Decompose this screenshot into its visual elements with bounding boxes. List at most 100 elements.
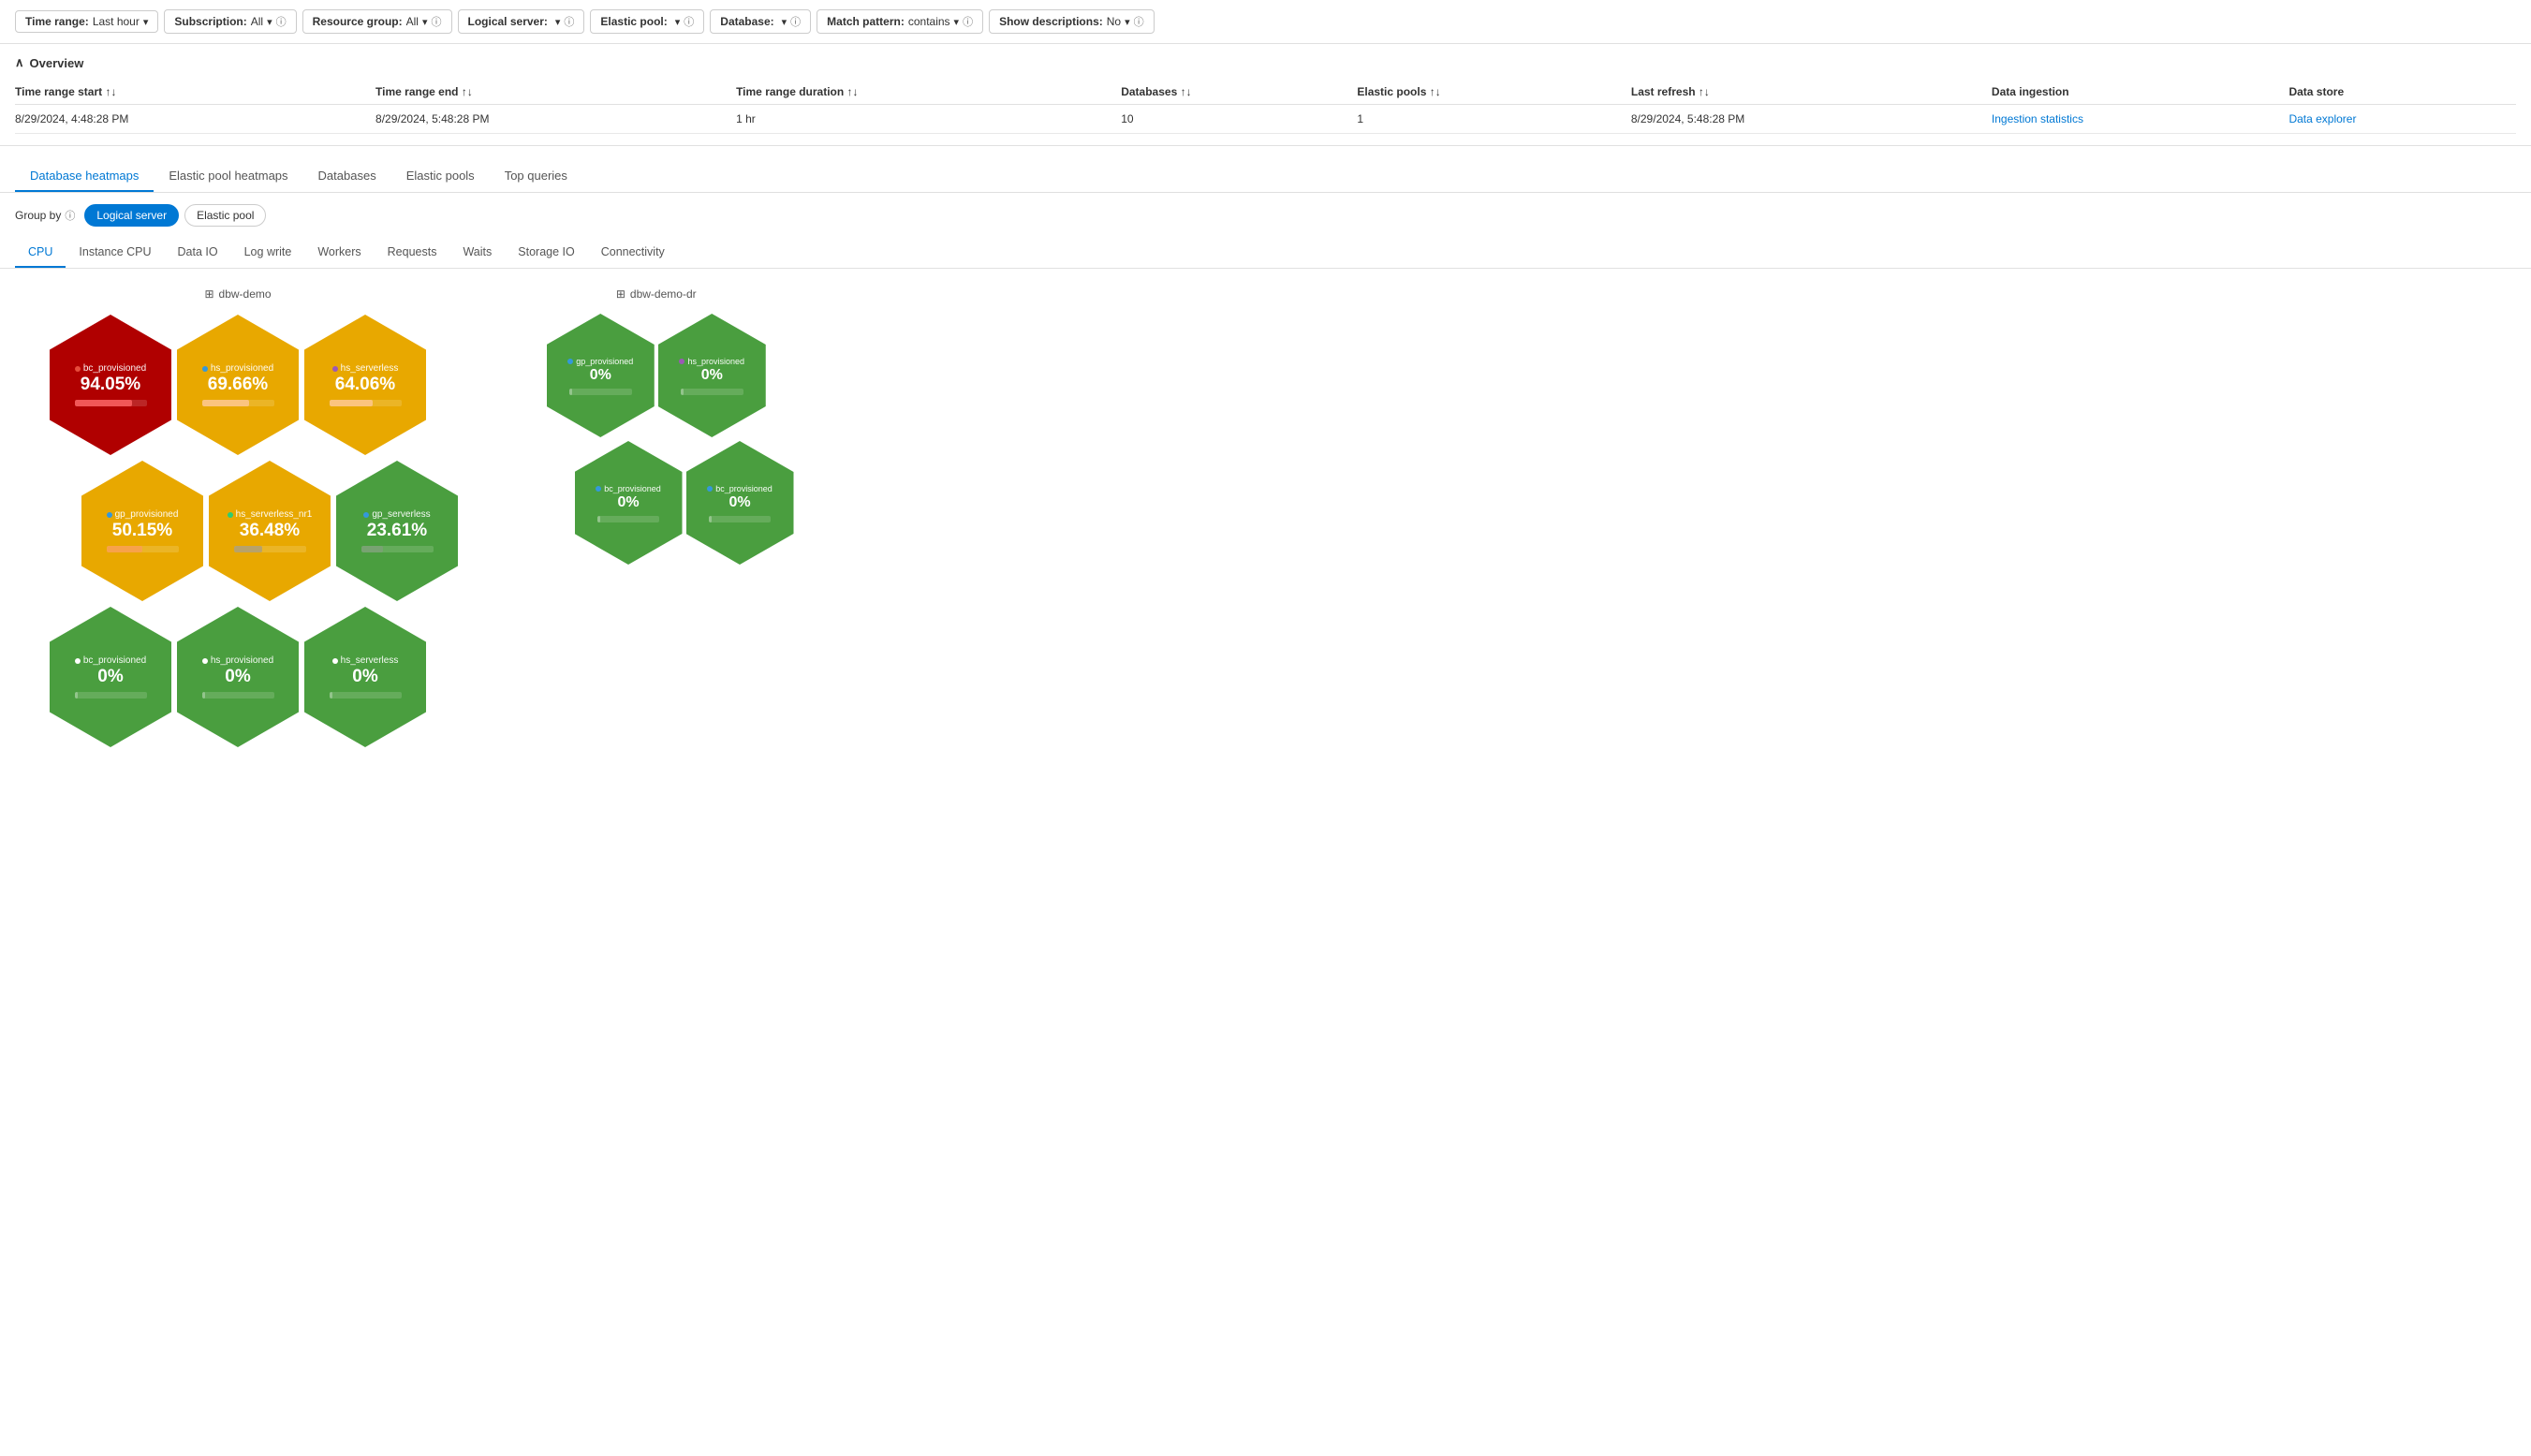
overview-header[interactable]: ∧ Overview — [15, 55, 2516, 70]
info-icon: ⓘ — [65, 208, 75, 223]
filter-pill-<unset>[interactable]: Logical server: ▾ ⓘ — [458, 9, 585, 34]
filter-label: Time range: — [25, 15, 89, 28]
hex-db-name: gp_provisioned — [567, 357, 633, 366]
metric-tab-cpu[interactable]: CPU — [15, 238, 66, 268]
hex-percentage: 0% — [352, 667, 377, 687]
filter-pill-<unset>[interactable]: Elastic pool: ▾ ⓘ — [590, 9, 704, 34]
group-by-elastic-pool[interactable]: Elastic pool — [184, 204, 266, 227]
hex-name-text: hs_serverless — [341, 655, 399, 666]
hexagon-hs-provisioned[interactable]: hs_provisioned69.66% — [177, 315, 299, 455]
hex-grid-dbw-demo: bc_provisioned94.05%hs_provisioned69.66%… — [15, 312, 461, 750]
cell-data-store[interactable]: Data explorer — [2288, 105, 2516, 134]
chevron-down-icon: ▾ — [782, 16, 787, 28]
info-icon: ⓘ — [276, 14, 287, 29]
hex-name-text: bc_provisioned — [604, 484, 661, 493]
hexagon-gp-serverless[interactable]: gp_serverless23.61% — [336, 461, 458, 601]
tab-databases[interactable]: Databases — [303, 161, 391, 192]
metric-tab-storage-io[interactable]: Storage IO — [505, 238, 587, 268]
group-by-logical-server[interactable]: Logical server — [84, 204, 179, 227]
filter-value: All — [406, 15, 419, 28]
col-databases[interactable]: Databases ↑↓ — [1121, 80, 1357, 105]
hex-row-1: bc_provisioned0%bc_provisioned0% — [573, 439, 796, 566]
hex-bar-container — [681, 389, 743, 395]
hexagon-hs-serverless-nr1[interactable]: hs_serverless_nr136.48% — [209, 461, 331, 601]
hex-db-name: gp_serverless — [363, 509, 430, 520]
hex-percentage: 0% — [728, 494, 750, 511]
hex-bar-container — [234, 546, 306, 552]
col-last-refresh[interactable]: Last refresh ↑↓ — [1631, 80, 1992, 105]
chevron-down-icon: ▾ — [954, 16, 960, 28]
hex-db-name: hs_serverless — [332, 655, 399, 666]
hex-bar — [202, 400, 249, 406]
filter-pill-all[interactable]: Resource group: All ▾ ⓘ — [302, 9, 452, 34]
metric-tab-waits[interactable]: Waits — [449, 238, 505, 268]
tab-ep-heatmaps[interactable]: Elastic pool heatmaps — [154, 161, 302, 192]
hexagon-bc-provisioned[interactable]: bc_provisioned0% — [50, 607, 171, 747]
hex-dot — [107, 512, 112, 518]
hexagon-bc-provisioned[interactable]: bc_provisioned0% — [575, 441, 683, 565]
hex-db-name: bc_provisioned — [596, 484, 661, 493]
hex-name-text: bc_provisioned — [83, 363, 146, 374]
col-elastic-pools[interactable]: Elastic pools ↑↓ — [1357, 80, 1631, 105]
hex-percentage: 23.61% — [367, 521, 427, 541]
col-time-start[interactable]: Time range start ↑↓ — [15, 80, 375, 105]
info-icon: ⓘ — [564, 14, 574, 29]
filter-pill-no[interactable]: Show descriptions: No ▾ ⓘ — [989, 9, 1155, 34]
filter-pill-all[interactable]: Subscription: All ▾ ⓘ — [164, 9, 296, 34]
hex-percentage: 0% — [701, 367, 723, 384]
filter-label: Show descriptions: — [999, 15, 1103, 28]
hex-name-text: hs_provisioned — [687, 357, 744, 366]
hex-db-name: bc_provisioned — [75, 363, 146, 374]
sort-icon: ↑↓ — [106, 85, 117, 98]
metric-tab-connectivity[interactable]: Connectivity — [588, 238, 678, 268]
col-data-store[interactable]: Data store — [2288, 80, 2516, 105]
hexagon-hs-provisioned[interactable]: hs_provisioned0% — [177, 607, 299, 747]
overview-row: 8/29/2024, 4:48:28 PM 8/29/2024, 5:48:28… — [15, 105, 2516, 134]
overview-table: Time range start ↑↓ Time range end ↑↓ Ti… — [15, 80, 2516, 134]
col-time-end[interactable]: Time range end ↑↓ — [375, 80, 736, 105]
col-data-ingestion[interactable]: Data ingestion — [1992, 80, 2289, 105]
col-duration[interactable]: Time range duration ↑↓ — [736, 80, 1121, 105]
hex-row-1: gp_provisioned50.15%hs_serverless_nr136.… — [79, 458, 461, 604]
metric-tab-data-io[interactable]: Data IO — [165, 238, 231, 268]
metric-tab-log-write[interactable]: Log write — [231, 238, 305, 268]
tab-top-queries[interactable]: Top queries — [490, 161, 582, 192]
hexagon-gp-provisioned[interactable]: gp_provisioned50.15% — [81, 461, 203, 601]
filter-value: All — [251, 15, 263, 28]
hex-bar-container — [597, 516, 660, 522]
main-tabs-section: Database heatmapsElastic pool heatmapsDa… — [0, 146, 2531, 193]
filter-label: Logical server: — [468, 15, 548, 28]
hex-dot — [363, 512, 369, 518]
cell-data-ingestion[interactable]: Ingestion statistics — [1992, 105, 2289, 134]
hex-bar — [75, 400, 133, 406]
filter-pill-last-hour[interactable]: Time range: Last hour ▾ — [15, 10, 158, 33]
filter-label: Subscription: — [174, 15, 246, 28]
hex-bar-container — [330, 400, 402, 406]
metric-tab-requests[interactable]: Requests — [375, 238, 450, 268]
filter-value: No — [1107, 15, 1121, 28]
hexagon-bc-provisioned[interactable]: bc_provisioned0% — [686, 441, 794, 565]
filter-bar: Time range: Last hour ▾ Subscription: Al… — [0, 0, 2531, 44]
cell-duration: 1 hr — [736, 105, 1121, 134]
tab-db-heatmaps[interactable]: Database heatmaps — [15, 161, 154, 192]
hex-name-text: bc_provisioned — [83, 655, 146, 666]
chevron-down-icon: ▾ — [555, 16, 561, 28]
hexagon-hs-serverless[interactable]: hs_serverless64.06% — [304, 315, 426, 455]
chevron-down-icon: ▾ — [1125, 16, 1130, 28]
tab-elastic-pools[interactable]: Elastic pools — [391, 161, 490, 192]
metric-tab-workers[interactable]: Workers — [304, 238, 374, 268]
hex-bar-container — [330, 692, 402, 699]
cluster-label-dbw-demo-dr: ⊞ dbw-demo-dr — [616, 287, 697, 301]
cluster-dbw-demo: ⊞ dbw-demobc_provisioned94.05%hs_provisi… — [15, 287, 461, 750]
hex-percentage: 69.66% — [208, 375, 268, 395]
hex-dot — [228, 512, 233, 518]
hexagon-bc-provisioned[interactable]: bc_provisioned94.05% — [50, 315, 171, 455]
hexagon-gp-provisioned[interactable]: gp_provisioned0% — [547, 314, 655, 437]
hexagon-hs-provisioned[interactable]: hs_provisioned0% — [658, 314, 766, 437]
metric-tab-instance-cpu[interactable]: Instance CPU — [66, 238, 164, 268]
filter-pill-contains[interactable]: Match pattern: contains ▾ ⓘ — [817, 9, 983, 34]
filter-pill-<unset>[interactable]: Database: ▾ ⓘ — [710, 9, 811, 34]
hexagon-hs-serverless[interactable]: hs_serverless0% — [304, 607, 426, 747]
hex-bar — [361, 546, 383, 552]
hex-bar — [202, 692, 206, 699]
